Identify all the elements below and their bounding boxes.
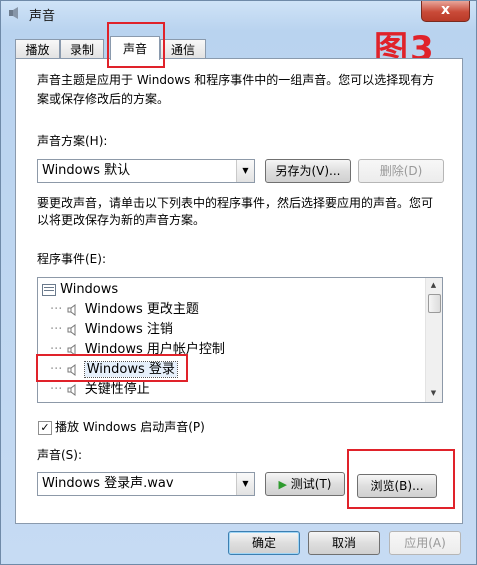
startup-sound-checkbox[interactable]: ✓ — [38, 421, 52, 435]
save-as-button[interactable]: 另存为(V)... — [265, 159, 351, 183]
tab-recording[interactable]: 录制 — [60, 39, 104, 59]
annotation-box-browse — [347, 449, 455, 509]
startup-sound-label: 播放 Windows 启动声音(P) — [55, 420, 205, 434]
play-icon: ▶ — [278, 478, 287, 491]
theme-description-line1: 声音主题是应用于 Windows 和程序事件中的一组声音。您可以选择现有方 — [37, 73, 435, 87]
list-item-label: Windows — [60, 282, 119, 297]
list-item-label: Windows 注销 — [84, 322, 173, 337]
annotation-box-selected-event — [36, 354, 188, 382]
sound-scheme-label: 声音方案(H): — [37, 134, 108, 148]
sound-file-value: Windows 登录声.wav — [42, 476, 174, 491]
events-scrollbar[interactable]: ▲ ▼ — [425, 278, 442, 402]
delete-scheme-button[interactable]: 删除(D) — [358, 159, 444, 183]
speaker-icon — [9, 7, 18, 19]
scroll-thumb[interactable] — [428, 294, 441, 313]
cancel-button[interactable]: 取消 — [308, 531, 380, 555]
chevron-down-icon: ▼ — [236, 473, 254, 495]
sound-file-select[interactable]: Windows 登录声.wav ▼ — [37, 472, 255, 496]
speaker-icon — [67, 323, 76, 336]
tab-communications[interactable]: 通信 — [160, 39, 206, 59]
list-item[interactable]: ··· Windows 更改主题 — [50, 300, 199, 320]
speaker-icon — [67, 383, 76, 396]
events-instruction-line2: 以将更改保存为新的声音方案。 — [37, 213, 206, 227]
sound-scheme-select[interactable]: Windows 默认 ▼ — [37, 159, 255, 183]
test-sound-label: 测试(T) — [290, 477, 332, 491]
scroll-down-icon[interactable]: ▼ — [427, 386, 440, 401]
list-item[interactable]: ··· Windows 注销 — [50, 320, 173, 340]
ok-button[interactable]: 确定 — [228, 531, 300, 555]
close-button[interactable]: x — [421, 1, 470, 22]
scroll-up-icon[interactable]: ▲ — [427, 278, 440, 293]
list-item-label: 关键性停止 — [84, 382, 150, 397]
list-item[interactable]: ··· 关键性停止 — [50, 380, 150, 400]
list-item-group[interactable]: Windows — [42, 280, 118, 300]
list-item-label: Windows 更改主题 — [84, 302, 199, 317]
apply-button[interactable]: 应用(A) — [389, 531, 461, 555]
theme-description-line2: 案或保存修改后的方案。 — [37, 92, 170, 106]
window-icon — [42, 283, 56, 296]
window-title: 声音 — [29, 9, 56, 24]
sound-scheme-value: Windows 默认 — [42, 163, 131, 178]
sound-dialog-window: 声音 x 图3 播放 录制 声音 通信 声音主题是应用于 Windows 和程序… — [0, 0, 477, 565]
speaker-icon — [67, 303, 76, 316]
tab-playback[interactable]: 播放 — [15, 39, 60, 59]
annotation-box-sounds-tab — [107, 22, 165, 68]
test-sound-button[interactable]: ▶ 测试(T) — [265, 472, 345, 496]
program-events-list[interactable]: Windows ··· Windows 更改主题 ··· Windows 注销 … — [37, 277, 443, 403]
sound-file-label: 声音(S): — [37, 448, 83, 462]
chevron-down-icon: ▼ — [236, 160, 254, 182]
program-events-label: 程序事件(E): — [37, 252, 106, 266]
